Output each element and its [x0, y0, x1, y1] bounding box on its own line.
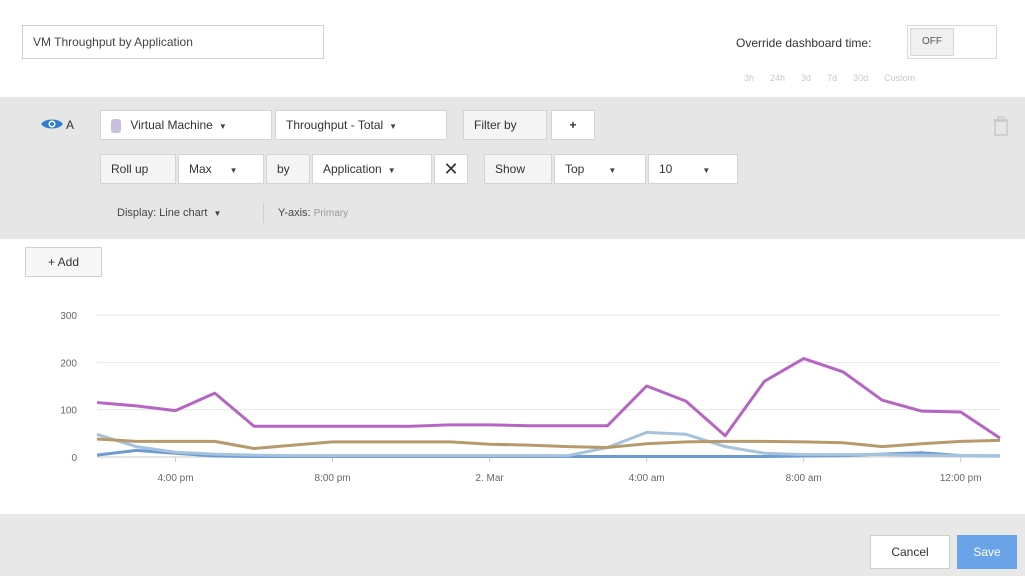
chevron-down-icon: ▼ — [213, 209, 222, 218]
filter-by-button[interactable]: Filter by — [463, 110, 547, 140]
object-type-label: Virtual Machine — [130, 118, 213, 132]
chevron-down-icon: ▼ — [608, 166, 617, 175]
toggle-off-state: OFF — [910, 28, 954, 56]
remove-group-glyph: ✕ — [443, 159, 459, 179]
plus-icon: + — [569, 118, 577, 132]
x-tick-label: 4:00 pm — [157, 473, 193, 484]
series-line[interactable] — [96, 437, 1001, 450]
trash-icon[interactable] — [992, 116, 1010, 139]
cancel-button[interactable]: Cancel — [870, 535, 950, 569]
by-label: by — [277, 162, 290, 176]
close-icon[interactable]: ✕ — [434, 154, 468, 184]
rollup-function-dropdown[interactable]: Max ▼ — [178, 154, 264, 184]
metric-dropdown[interactable]: Throughput - Total ▼ — [275, 110, 447, 140]
override-time-toggle[interactable]: OFF — [907, 25, 997, 59]
y-axis-selector[interactable]: Y-axis: Primary — [278, 207, 348, 219]
y-axis-label: Y-axis: — [278, 207, 311, 219]
range-24h[interactable]: 24h — [770, 73, 785, 83]
metric-label: Throughput - Total — [286, 118, 384, 132]
y-tick-label: 100 — [60, 406, 77, 417]
group-by-label: Application — [323, 162, 382, 176]
y-tick-label: 200 — [60, 358, 77, 369]
show-button[interactable]: Show — [484, 154, 552, 184]
override-time-label: Override dashboard time: — [736, 36, 872, 50]
rollup-function-label: Max — [189, 162, 212, 176]
show-label: Show — [495, 162, 526, 176]
query-letter: A — [66, 118, 75, 132]
show-count-dropdown[interactable]: 10 ▼ — [648, 154, 738, 184]
range-3d[interactable]: 3d — [801, 73, 811, 83]
chevron-down-icon: ▼ — [229, 166, 238, 175]
x-tick-label: 12:00 pm — [940, 473, 982, 484]
chevron-down-icon: ▼ — [702, 166, 711, 175]
eye-icon[interactable] — [40, 117, 64, 134]
chevron-down-icon: ▼ — [218, 122, 227, 131]
range-30d[interactable]: 30d — [853, 73, 868, 83]
display-type-dropdown[interactable]: Display: Line chart ▼ — [117, 207, 221, 219]
widget-title-input[interactable]: VM Throughput by Application — [22, 25, 324, 59]
range-7d[interactable]: 7d — [827, 73, 837, 83]
line-chart: 0 100 200 300 4:00 pm 8:00 pm 2. Mar 4:00 am 8:… — [60, 311, 1001, 484]
y-tick-label: 300 — [60, 311, 77, 322]
time-range-options: 3h 24h 3d 7d 30d Custom — [744, 73, 1019, 83]
show-count-label: 10 — [659, 162, 673, 176]
chevron-down-icon: ▼ — [389, 122, 398, 131]
series-line[interactable] — [96, 357, 1001, 440]
chevron-down-icon: ▼ — [387, 166, 396, 175]
y-axis-value: Primary — [313, 208, 349, 219]
group-by-dropdown[interactable]: Application ▼ — [312, 154, 432, 184]
y-tick-label: 0 — [71, 453, 77, 464]
object-type-dropdown[interactable]: Virtual Machine ▼ — [100, 110, 272, 140]
add-filter-button[interactable]: + — [551, 110, 595, 140]
by-label-box: by — [266, 154, 310, 184]
x-tick-label: 2. Mar — [475, 473, 504, 484]
rollup-button[interactable]: Roll up — [100, 154, 176, 184]
rollup-label: Roll up — [111, 162, 149, 176]
filter-by-label: Filter by — [474, 118, 517, 132]
x-tick-label: 8:00 am — [786, 473, 822, 484]
range-custom[interactable]: Custom — [884, 73, 915, 83]
show-mode-label: Top — [565, 162, 585, 176]
x-tick-label: 4:00 am — [629, 473, 665, 484]
add-query-button[interactable]: + Add — [25, 247, 102, 277]
vm-icon — [111, 118, 121, 133]
x-tick-label: 8:00 pm — [314, 473, 350, 484]
range-3h[interactable]: 3h — [744, 73, 754, 83]
save-button[interactable]: Save — [957, 535, 1017, 569]
divider — [263, 203, 264, 223]
display-type-label: Display: Line chart — [117, 207, 208, 219]
show-mode-dropdown[interactable]: Top ▼ — [554, 154, 646, 184]
